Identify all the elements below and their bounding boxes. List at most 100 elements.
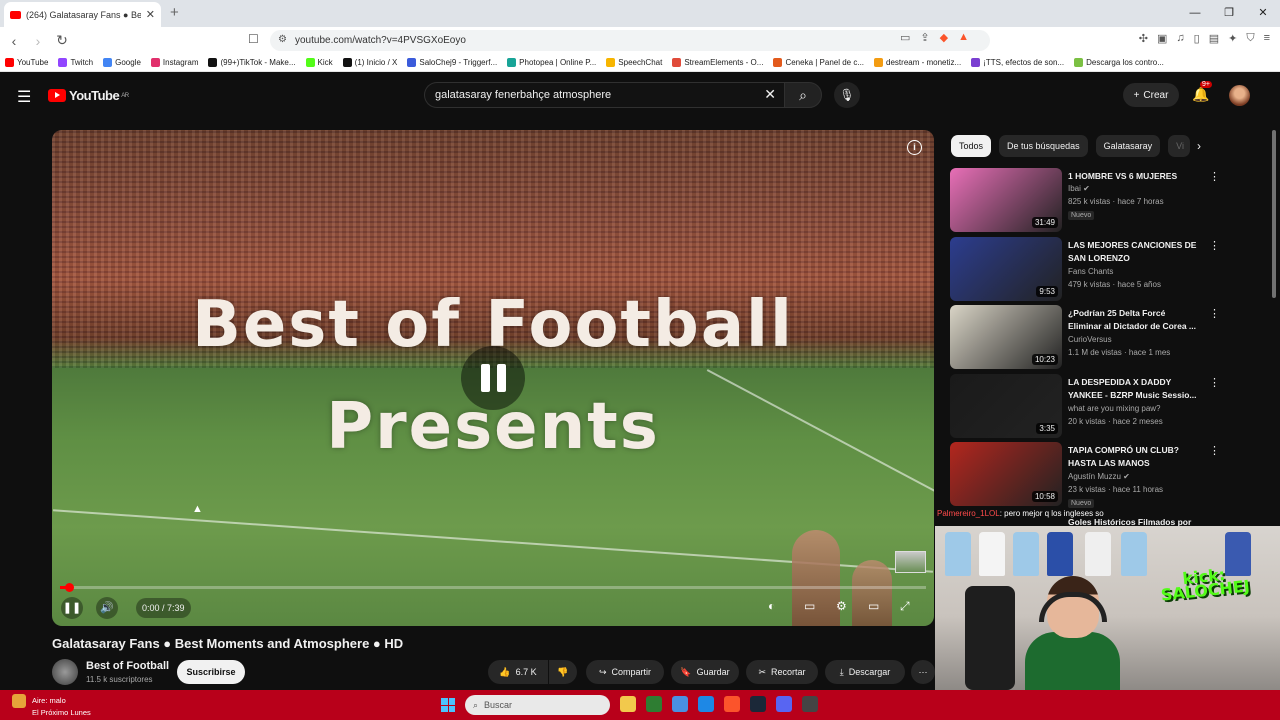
share-page-icon[interactable]: ⇪ (920, 31, 929, 44)
save-button[interactable]: 🔖 Guardar (671, 660, 739, 684)
video-thumbnail[interactable]: 31:49 (950, 168, 1062, 232)
more-vertical-icon[interactable]: ⋮ (1209, 444, 1220, 457)
extension-icon[interactable]: ▣ (1157, 32, 1167, 45)
channel-avatar[interactable] (52, 659, 78, 685)
taskbar-app-icon[interactable] (620, 696, 636, 712)
brave-shields-icon[interactable]: ◆ (940, 31, 948, 44)
recommended-video[interactable]: 9:53 LAS MEJORES CANCIONES DE SAN LORENZO… (950, 237, 1270, 301)
youtube-logo[interactable]: YouTube AR (48, 88, 129, 103)
video-title[interactable]: TAPIA COMPRÓ UN CLUB? HASTA LAS MANOS (1068, 444, 1200, 470)
bookmark-item[interactable]: Instagram (146, 58, 204, 67)
channel-name[interactable]: what are you mixing paw? (1068, 404, 1161, 413)
more-actions-button[interactable]: ⋯ (911, 660, 935, 684)
download-button[interactable]: ⤓ Descargar (825, 660, 905, 684)
more-vertical-icon[interactable]: ⋮ (1209, 239, 1220, 252)
close-tab-icon[interactable]: ✕ (146, 8, 155, 21)
video-thumbnail[interactable]: 9:53 (950, 237, 1062, 301)
share-button[interactable]: ↪ Compartir (586, 660, 664, 684)
video-title[interactable]: LAS MEJORES CANCIONES DE SAN LORENZO (1068, 239, 1200, 265)
close-window-icon[interactable]: ✕ (1246, 0, 1280, 27)
channel-name[interactable]: Ibai ✔ (1068, 184, 1090, 193)
volume-icon[interactable]: 🔊 (96, 597, 118, 619)
clear-search-icon[interactable]: ✕ (764, 86, 776, 103)
bookmark-item[interactable]: Twitch (53, 58, 98, 67)
restore-icon[interactable]: ❐ (1212, 0, 1246, 27)
endscreen-thumbnail[interactable] (895, 551, 926, 573)
recommended-video[interactable]: 31:49 1 HOMBRE VS 6 MUJERES Ibai ✔ 825 k vi… (950, 168, 1270, 232)
info-icon[interactable]: i (907, 140, 922, 155)
clip-button[interactable]: ✂ Recortar (746, 660, 818, 684)
bookmark-item[interactable]: Google (98, 58, 146, 67)
bookmark-item[interactable]: destream - monetiz... (869, 58, 966, 67)
bookmark-item[interactable]: Descarga los contro... (1069, 58, 1169, 67)
video-title[interactable]: LA DESPEDIDA X DADDY YANKEE - BZRP Music… (1068, 376, 1200, 402)
bookmark-item[interactable]: Ceneka | Panel de c... (768, 58, 869, 67)
brave-rewards-icon[interactable]: ▲ (958, 31, 969, 44)
bookmark-item[interactable]: (99+)TikTok - Make... (203, 58, 300, 67)
taskbar-app-icon[interactable] (776, 696, 792, 712)
site-info-icon[interactable]: ⚙ (278, 34, 287, 45)
vpn-shield-icon[interactable]: ⛉ (1246, 32, 1254, 45)
channel-name[interactable]: Best of Football (86, 660, 169, 672)
media-icon[interactable]: ♫ (1176, 32, 1184, 45)
taskbar-app-icon[interactable] (724, 696, 740, 712)
more-vertical-icon[interactable]: ⋮ (1209, 170, 1220, 183)
bookmark-item[interactable]: SaloChej9 - Triggerf... (402, 58, 502, 67)
bookmark-item[interactable]: YouTube (0, 58, 53, 67)
bookmark-item[interactable]: Photopea | Online P... (502, 58, 601, 67)
bookmark-page-icon[interactable]: ☐ (248, 32, 259, 46)
filter-chip[interactable]: De tus búsquedas (999, 135, 1088, 157)
scrollbar[interactable] (1272, 130, 1276, 298)
bookmark-item[interactable]: StreamElements - O... (667, 58, 768, 67)
hamburger-menu-icon[interactable]: ☰ (17, 87, 31, 107)
taskbar-app-icon[interactable] (802, 696, 818, 712)
taskbar-app-icon[interactable] (672, 696, 688, 712)
theater-mode-icon[interactable]: ▭ (868, 599, 879, 613)
filter-chip[interactable]: Galatasaray (1095, 135, 1161, 157)
browser-menu-icon[interactable]: ≡ (1264, 32, 1270, 45)
subtitles-icon[interactable]: ▭ (804, 599, 815, 613)
new-tab-icon[interactable]: + (170, 4, 179, 21)
account-avatar[interactable] (1229, 85, 1250, 106)
autoplay-toggle[interactable]: ◐ (768, 599, 775, 613)
taskbar-app-icon[interactable] (698, 696, 714, 712)
video-thumbnail[interactable]: 3:35 (950, 374, 1062, 438)
recommended-video[interactable]: 3:35 LA DESPEDIDA X DADDY YANKEE - BZRP M… (950, 374, 1270, 438)
bookmark-item[interactable]: (1) Inicio / X (338, 58, 403, 67)
forward-icon[interactable]: › (28, 33, 48, 49)
more-vertical-icon[interactable]: ⋮ (1209, 376, 1220, 389)
install-app-icon[interactable]: ▭ (900, 31, 910, 44)
bookmark-item[interactable]: SpeechChat (601, 58, 667, 67)
reload-icon[interactable]: ↻ (52, 32, 72, 49)
weather-widget[interactable]: Aire: malo El Próximo Lunes (12, 694, 91, 718)
create-button[interactable]: + Crear (1123, 83, 1179, 107)
search-button[interactable]: ⌕ (784, 82, 822, 108)
sidebar-toggle-icon[interactable]: ▯ (1194, 32, 1200, 45)
taskbar-app-icon[interactable] (750, 696, 766, 712)
fullscreen-icon[interactable]: ⤢ (900, 599, 910, 614)
channel-name[interactable]: Agustín Muzzu ✔ (1068, 472, 1130, 481)
settings-gear-icon[interactable]: ⚙ (836, 599, 847, 613)
subscribe-button[interactable]: Suscribirse (177, 660, 245, 684)
like-button[interactable]: 👍 6.7 K (488, 660, 548, 684)
video-player[interactable]: Best of Football Presents i ▲ ❚❚ 🔊 0:00 … (52, 130, 934, 626)
extension-puzzle-icon[interactable]: ✣ (1139, 32, 1148, 45)
video-title[interactable]: 1 HOMBRE VS 6 MUJERES (1068, 170, 1200, 183)
filter-chip[interactable]: Todos (951, 135, 992, 157)
browser-tab-active[interactable]: (264) Galatasaray Fans ● Best ✕ (4, 2, 161, 27)
taskbar-search[interactable]: ⌕ Buscar (465, 695, 610, 715)
dislike-button[interactable]: 👎 (549, 660, 577, 684)
bookmark-item[interactable]: Kick (301, 58, 338, 67)
video-thumbnail[interactable]: 10:23 (950, 305, 1062, 369)
voice-search-button[interactable]: 🎙 (834, 82, 860, 108)
wallet-icon[interactable]: ▤ (1209, 32, 1219, 45)
taskbar-app-icon[interactable] (646, 696, 662, 712)
filter-chip[interactable]: Vi (1168, 135, 1191, 157)
more-vertical-icon[interactable]: ⋮ (1209, 307, 1220, 320)
minimize-icon[interactable]: — (1178, 0, 1212, 27)
progress-bar[interactable] (60, 583, 926, 592)
recommended-video[interactable]: 10:23 ¿Podrían 25 Delta Forcé Eliminar al… (950, 305, 1270, 369)
windows-start-icon[interactable] (441, 698, 455, 712)
leo-ai-icon[interactable]: ✦ (1228, 32, 1237, 45)
back-icon[interactable]: ‹ (4, 33, 24, 49)
